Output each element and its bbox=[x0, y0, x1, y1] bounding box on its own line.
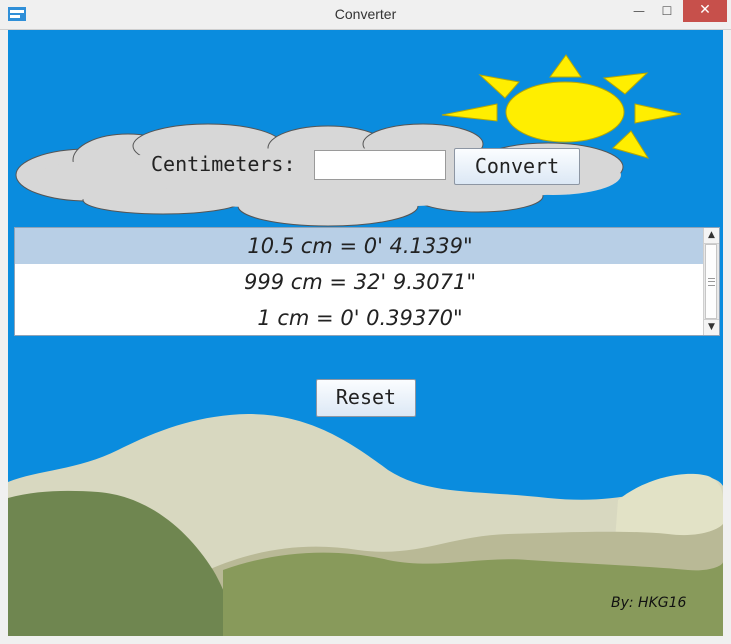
vertical-scrollbar[interactable]: ▲ ▼ bbox=[703, 228, 719, 335]
title-bar: Converter — ☐ ✕ bbox=[0, 0, 731, 30]
window-border-bottom bbox=[0, 636, 731, 644]
list-item[interactable]: 999 cm = 32' 9.3071" bbox=[15, 264, 705, 300]
window-border-left bbox=[0, 30, 8, 644]
content-panel: Centimeters: Convert 10.5 cm = 0' 4.1339… bbox=[8, 30, 723, 636]
reset-button[interactable]: Reset bbox=[316, 379, 416, 417]
centimeters-input[interactable] bbox=[314, 150, 446, 180]
window-border-right bbox=[723, 30, 731, 644]
list-item[interactable]: 10.5 cm = 0' 4.1339" bbox=[15, 228, 705, 264]
scroll-down-icon[interactable]: ▼ bbox=[704, 319, 719, 335]
maximize-button[interactable]: ☐ bbox=[652, 0, 682, 22]
grip-icon bbox=[708, 278, 715, 286]
scroll-thumb[interactable] bbox=[705, 244, 717, 319]
close-button[interactable]: ✕ bbox=[683, 0, 727, 22]
window-title: Converter bbox=[334, 6, 397, 22]
minimize-button[interactable]: — bbox=[624, 0, 654, 22]
author-credit: By: HKG16 bbox=[611, 595, 687, 611]
results-list[interactable]: 10.5 cm = 0' 4.1339" 999 cm = 32' 9.3071… bbox=[14, 227, 720, 336]
centimeters-label: Centimeters: bbox=[151, 152, 296, 176]
convert-button[interactable]: Convert bbox=[454, 148, 580, 185]
scroll-up-icon[interactable]: ▲ bbox=[704, 228, 719, 244]
list-item[interactable]: 1 cm = 0' 0.39370" bbox=[15, 300, 705, 336]
